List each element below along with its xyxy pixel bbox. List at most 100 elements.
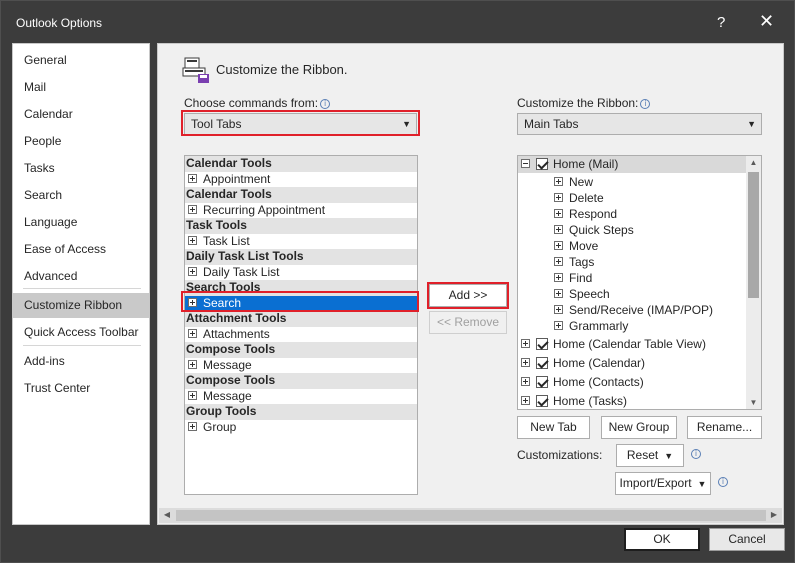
expand-icon[interactable] xyxy=(554,305,563,314)
list-item[interactable]: Recurring Appointment xyxy=(185,203,417,219)
choose-commands-value: Tool Tabs xyxy=(191,117,242,131)
expand-icon[interactable] xyxy=(521,396,530,405)
tree-item[interactable]: Respond xyxy=(518,207,761,223)
checkbox[interactable] xyxy=(536,395,548,407)
expand-icon[interactable] xyxy=(188,235,197,245)
expand-icon[interactable] xyxy=(188,390,197,400)
list-item[interactable]: Daily Task List xyxy=(185,265,417,281)
scroll-left-icon[interactable]: ◀ xyxy=(161,510,173,519)
tree-item-label: Send/Receive (IMAP/POP) xyxy=(569,303,714,317)
remove-button[interactable]: << Remove xyxy=(429,311,507,334)
nav-item-language[interactable]: Language xyxy=(13,210,149,235)
reset-button[interactable]: Reset ▼ xyxy=(616,444,684,467)
expand-icon[interactable] xyxy=(188,266,197,276)
tree-item[interactable]: Move xyxy=(518,239,761,255)
tree-item[interactable]: Home (Contacts) xyxy=(518,373,761,391)
expand-icon[interactable] xyxy=(188,421,197,431)
tree-scrollbar[interactable]: ▲ ▼ xyxy=(746,156,761,409)
tree-item[interactable]: Grammarly xyxy=(518,319,761,335)
nav-item-calendar[interactable]: Calendar xyxy=(13,102,149,127)
checkbox[interactable] xyxy=(536,376,548,388)
tree-item[interactable]: Speech xyxy=(518,287,761,303)
expand-icon[interactable] xyxy=(554,241,563,250)
nav-item-customize-ribbon[interactable]: Customize Ribbon xyxy=(13,293,149,318)
expand-icon[interactable] xyxy=(554,257,563,266)
scroll-thumb[interactable] xyxy=(176,510,766,521)
list-group: Attachment Tools xyxy=(185,311,417,327)
expand-icon[interactable] xyxy=(554,225,563,234)
help-icon[interactable]: ? xyxy=(717,14,725,31)
expand-icon[interactable] xyxy=(188,173,197,183)
expand-icon[interactable] xyxy=(521,377,530,386)
choose-commands-dropdown[interactable]: Tool Tabs ▼ xyxy=(184,113,417,135)
tree-item[interactable]: Home (Tasks) xyxy=(518,392,761,409)
list-item[interactable]: Group xyxy=(185,420,417,436)
panel-horizontal-scrollbar[interactable]: ◀ ▶ xyxy=(159,508,782,523)
nav-item-tasks[interactable]: Tasks xyxy=(13,156,149,181)
collapse-icon[interactable] xyxy=(521,159,530,168)
list-group: Search Tools xyxy=(185,280,417,296)
nav-item-ease-of-access[interactable]: Ease of Access xyxy=(13,237,149,262)
checkbox[interactable] xyxy=(536,158,548,170)
expand-icon[interactable] xyxy=(188,328,197,338)
expand-icon[interactable] xyxy=(521,339,530,348)
nav-item-advanced[interactable]: Advanced xyxy=(13,264,149,289)
expand-icon[interactable] xyxy=(554,209,563,218)
tree-item[interactable]: New xyxy=(518,175,761,191)
expand-icon[interactable] xyxy=(521,358,530,367)
nav-divider xyxy=(23,288,141,289)
nav-item-quick-access-toolbar[interactable]: Quick Access Toolbar xyxy=(13,320,149,345)
tree-item[interactable]: Home (Mail) xyxy=(518,156,761,173)
nav-item-search[interactable]: Search xyxy=(13,183,149,208)
tree-item[interactable]: Home (Calendar) xyxy=(518,354,761,372)
nav-item-people[interactable]: People xyxy=(13,129,149,154)
list-item[interactable]: Task List xyxy=(185,234,417,250)
new-group-button[interactable]: New Group xyxy=(601,416,677,439)
checkbox[interactable] xyxy=(536,357,548,369)
cancel-button[interactable]: Cancel xyxy=(709,528,785,551)
customize-ribbon-icon xyxy=(182,57,209,83)
ok-button[interactable]: OK xyxy=(624,528,700,551)
nav-item-mail[interactable]: Mail xyxy=(13,75,149,100)
new-tab-button[interactable]: New Tab xyxy=(517,416,590,439)
list-item-label: Message xyxy=(203,357,252,372)
list-item[interactable]: Message xyxy=(185,389,417,405)
customize-ribbon-dropdown[interactable]: Main Tabs ▼ xyxy=(517,113,762,135)
tree-item[interactable]: Tags xyxy=(518,255,761,271)
rename-button[interactable]: Rename... xyxy=(687,416,762,439)
nav-item-general[interactable]: General xyxy=(13,48,149,73)
scroll-thumb[interactable] xyxy=(748,172,759,298)
expand-icon[interactable] xyxy=(554,193,563,202)
commands-list[interactable]: Calendar Tools Appointment Calendar Tool… xyxy=(184,155,418,495)
tree-item[interactable]: Quick Steps xyxy=(518,223,761,239)
nav-item-add-ins[interactable]: Add-ins xyxy=(13,349,149,374)
ribbon-tabs-tree[interactable]: Home (Mail) New Delete Respond Quick Ste… xyxy=(517,155,762,410)
tree-item[interactable]: Find xyxy=(518,271,761,287)
info-icon: i xyxy=(691,449,701,459)
list-item[interactable]: Attachments xyxy=(185,327,417,343)
info-icon: i xyxy=(320,99,331,109)
import-export-button[interactable]: Import/Export ▼ xyxy=(615,472,711,495)
expand-icon[interactable] xyxy=(554,321,563,330)
expand-icon[interactable] xyxy=(188,204,197,214)
expand-icon[interactable] xyxy=(554,177,563,186)
expand-icon[interactable] xyxy=(554,273,563,282)
expand-icon[interactable] xyxy=(188,359,197,369)
list-item[interactable]: Message xyxy=(185,358,417,374)
checkbox[interactable] xyxy=(536,338,548,350)
expand-icon[interactable] xyxy=(554,289,563,298)
expand-icon[interactable] xyxy=(188,297,197,307)
tree-item[interactable]: Delete xyxy=(518,191,761,207)
nav-divider xyxy=(23,345,141,346)
tree-item[interactable]: Home (Calendar Table View) xyxy=(518,335,761,353)
tree-item-label: Move xyxy=(569,239,599,253)
scroll-down-icon[interactable]: ▼ xyxy=(746,398,761,407)
scroll-up-icon[interactable]: ▲ xyxy=(746,158,761,167)
scroll-right-icon[interactable]: ▶ xyxy=(768,510,780,519)
nav-item-trust-center[interactable]: Trust Center xyxy=(13,376,149,401)
list-item-selected[interactable]: Search xyxy=(185,295,417,311)
list-item[interactable]: Appointment xyxy=(185,172,417,188)
add-button[interactable]: Add >> xyxy=(429,284,507,307)
tree-item[interactable]: Send/Receive (IMAP/POP) xyxy=(518,303,761,319)
close-icon[interactable]: ✕ xyxy=(759,11,774,32)
